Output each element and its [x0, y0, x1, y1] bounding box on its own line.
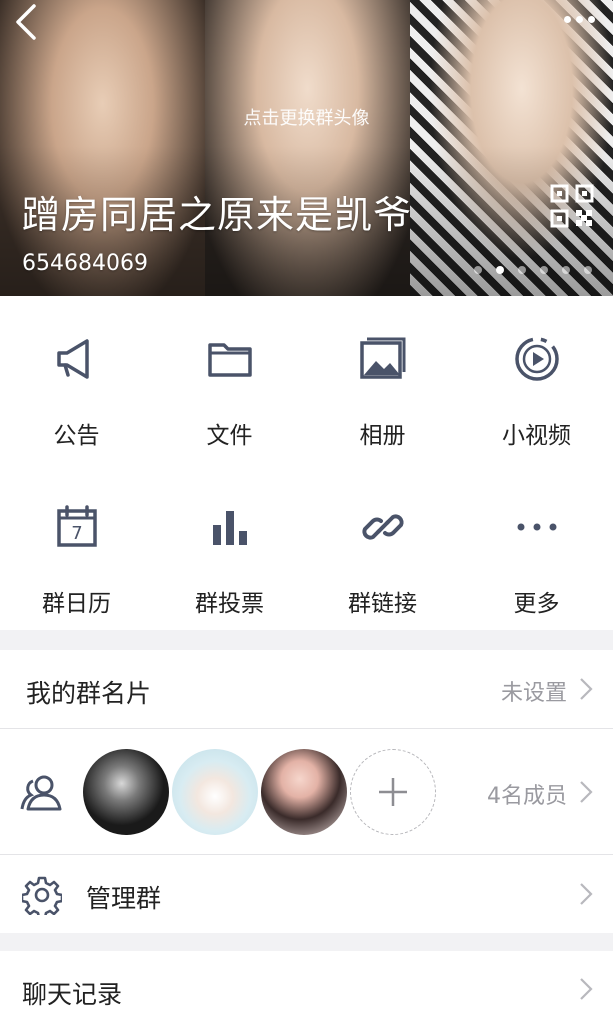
carousel-dot: [496, 266, 504, 274]
member-avatar[interactable]: [83, 749, 169, 835]
photo-album-icon: [359, 337, 405, 379]
feature-link[interactable]: 群链接: [306, 464, 459, 617]
member-avatar[interactable]: [172, 749, 258, 835]
feature-label: 群链接: [348, 591, 417, 617]
chat-history-label: 聊天记录: [22, 980, 123, 1009]
feature-vote[interactable]: 群投票: [153, 464, 306, 617]
back-button[interactable]: [10, 2, 44, 42]
feature-files[interactable]: 文件: [153, 296, 306, 449]
calendar-day: 7: [71, 523, 82, 544]
manage-group-label: 管理群: [86, 884, 162, 913]
feature-label: 相册: [359, 423, 406, 449]
group-info-page: 点击更换群头像 蹭房同居之原来是凯爷 654684069 公告 文件 相册 小视…: [0, 0, 613, 1024]
manage-group-row[interactable]: 管理群: [0, 855, 613, 933]
feature-album[interactable]: 相册: [306, 296, 459, 449]
carousel-dot: [518, 266, 526, 274]
calendar-icon: 7: [56, 505, 97, 547]
more-options-button[interactable]: [557, 6, 601, 32]
carousel-indicator: [474, 266, 592, 274]
member-avatar[interactable]: [261, 749, 347, 835]
megaphone-icon: [56, 339, 89, 379]
video-icon: [514, 337, 559, 381]
qr-code-icon: [550, 184, 594, 228]
carousel-dot: [562, 266, 570, 274]
group-name: 蹭房同居之原来是凯爷: [22, 193, 413, 237]
more-dot-icon: [563, 15, 571, 23]
chevron-right-icon: [580, 781, 593, 803]
feature-label: 公告: [53, 423, 100, 449]
member-count: 4名成员: [487, 784, 567, 809]
feature-more[interactable]: 更多: [460, 464, 613, 617]
group-id: 654684069: [22, 251, 148, 276]
group-header-banner: 点击更换群头像 蹭房同居之原来是凯爷 654684069: [0, 0, 613, 296]
add-member-button[interactable]: [350, 749, 436, 835]
link-icon: [361, 514, 404, 540]
gear-icon: [22, 876, 62, 915]
back-arrow-icon: [16, 4, 36, 40]
carousel-dot: [540, 266, 548, 274]
folder-icon: [207, 343, 252, 377]
feature-label: 小视频: [502, 423, 571, 449]
qr-code-button[interactable]: [550, 184, 594, 228]
carousel-dot: [474, 266, 482, 274]
feature-label: 群日历: [42, 591, 111, 617]
feature-label: 更多: [513, 591, 560, 617]
feature-label: 文件: [206, 423, 253, 449]
feature-announcement[interactable]: 公告: [0, 296, 153, 449]
change-group-avatar-link[interactable]: 点击更换群头像: [0, 104, 613, 130]
more-dots-icon: [517, 523, 556, 531]
my-group-card-value: 未设置: [500, 681, 567, 706]
my-group-card-row[interactable]: 我的群名片 未设置: [0, 650, 613, 728]
carousel-dot: [584, 266, 592, 274]
chevron-right-icon: [580, 678, 593, 700]
bar-chart-icon: [212, 511, 247, 545]
chat-history-row[interactable]: 聊天记录: [0, 951, 613, 1024]
feature-grid: 公告 文件 相册 小视频 7 群日历 群投票 群链接 更多: [0, 296, 613, 630]
chevron-right-icon: [580, 883, 593, 905]
plus-icon: [379, 778, 407, 806]
feature-short-video[interactable]: 小视频: [460, 296, 613, 449]
members-icon: [20, 775, 62, 811]
chevron-right-icon: [580, 978, 593, 1000]
my-group-card-label: 我的群名片: [26, 679, 152, 708]
members-row[interactable]: 4名成员: [0, 729, 613, 854]
feature-calendar[interactable]: 7 群日历: [0, 464, 153, 617]
feature-label: 群投票: [195, 591, 264, 617]
